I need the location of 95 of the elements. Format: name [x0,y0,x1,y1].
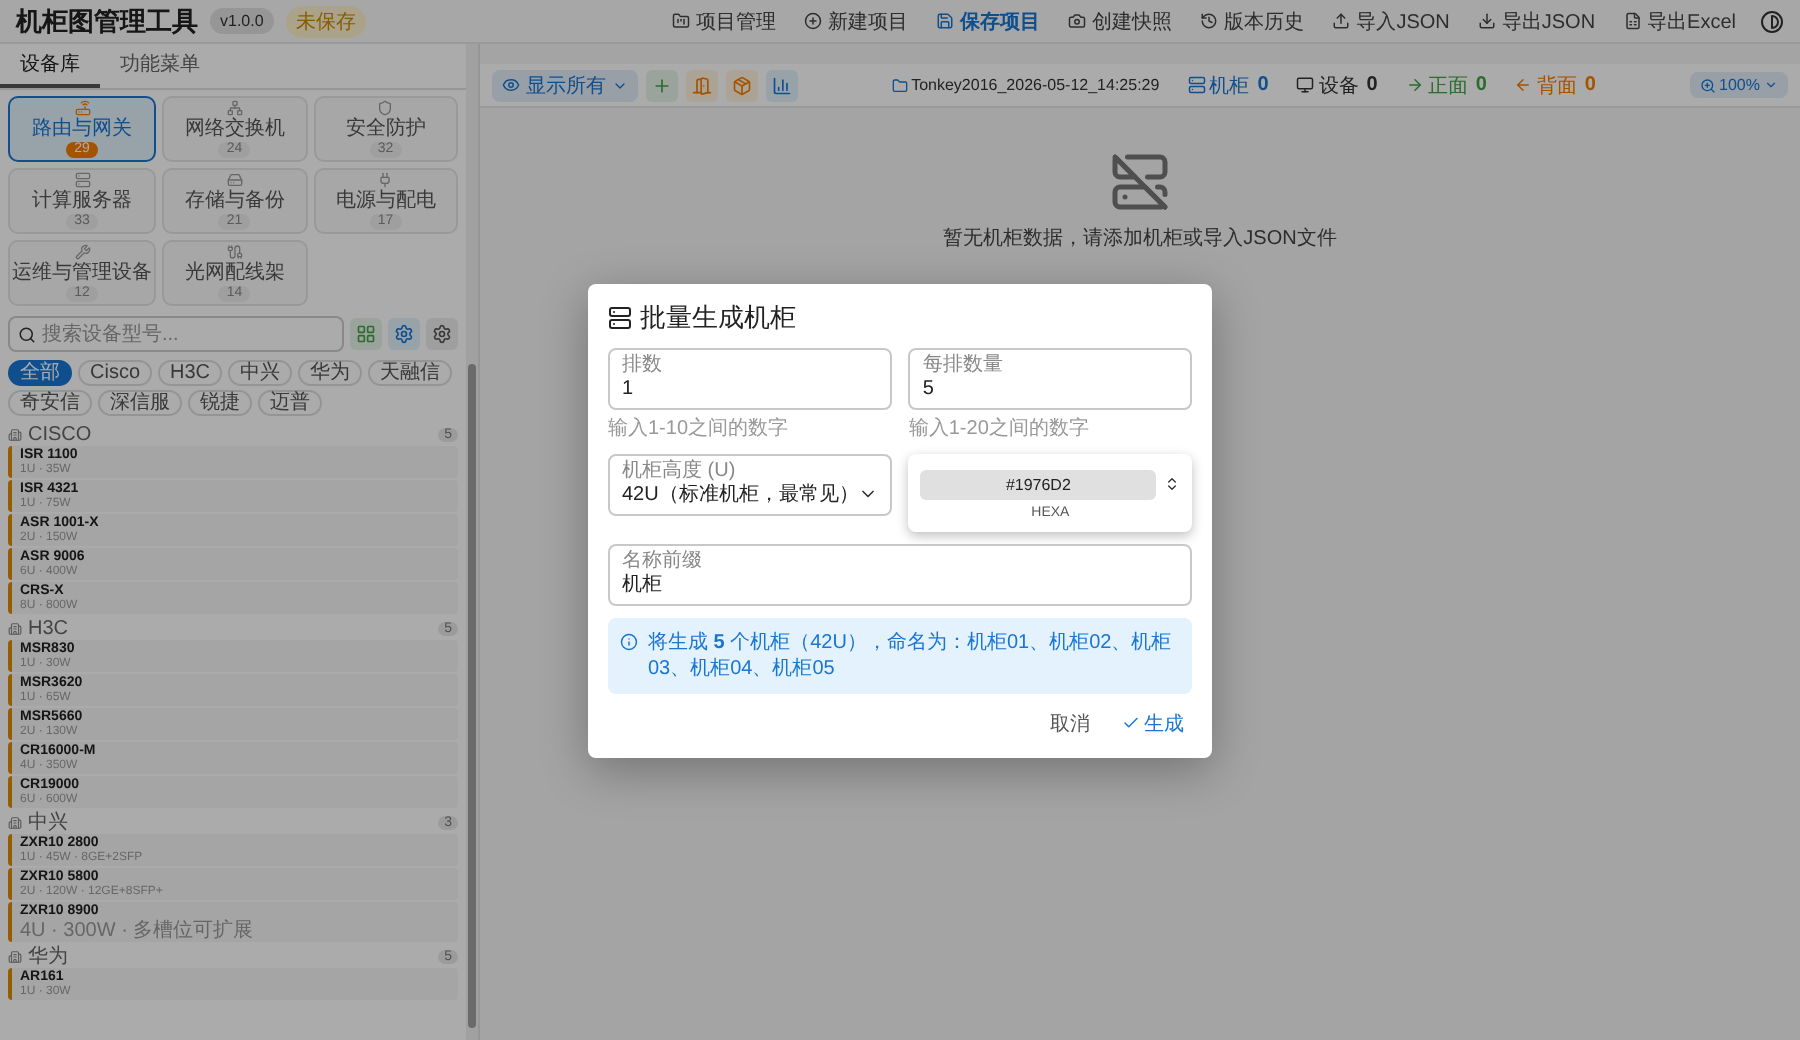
monitor-icon [1296,76,1315,94]
door-icon [692,75,712,95]
menu-button[interactable]: 新建项目 [800,3,913,39]
scrollbar-thumb[interactable] [468,364,476,1028]
server-off-icon [1110,152,1170,212]
up-down-icon[interactable] [1164,476,1180,492]
brand-chip[interactable]: 中兴 [228,360,293,386]
folder-icon [672,12,691,30]
wrench-icon [71,244,93,260]
folder-icon [891,77,908,93]
hint-text: 输入1-10之间的数字 [608,415,791,441]
shield-icon [374,100,397,116]
info-text: 将生成 5 个机柜（42U），命名为：机柜01、机柜02、机柜03、机柜04、机柜05 [647,629,1174,681]
settings-button[interactable] [426,318,458,350]
building-icon [8,949,22,963]
bar-chart-icon [772,75,792,95]
menu-button[interactable]: 保存项目 [932,3,1045,39]
empty-message: 暂无机柜数据，请添加机柜或导入JSON文件 [943,225,1337,252]
add-button[interactable] [646,69,678,101]
router-icon [71,100,93,116]
brand-chip[interactable]: 锐捷 [188,390,252,416]
building-icon [8,427,22,441]
tab[interactable]: 功能菜单 [100,44,220,88]
hint-text: 输入1-20之间的数字 [908,415,1091,441]
check-icon [1122,714,1140,732]
save-status-badge: 未保存 [285,5,366,37]
name-prefix-field[interactable]: 名称前缀 机柜 [608,543,1192,605]
arrow-left-icon [1514,76,1533,94]
plus-circle-icon [804,12,823,30]
upload-icon [1332,12,1351,30]
brand-chip[interactable]: 天融信 [368,360,453,386]
door-button[interactable] [686,69,718,101]
menu-button[interactable]: 导入JSON [1328,3,1454,39]
hard-drive-icon [223,172,246,188]
stat-label: 设备 0 [1296,71,1378,99]
group-name: H3C [28,617,69,639]
number-field[interactable]: 每排数量 5 [908,347,1192,409]
info-icon [620,629,638,653]
filter-dropdown[interactable]: 显示所有 [492,69,638,101]
tab[interactable]: 设备库 [0,44,100,88]
cable-icon [223,244,246,260]
zoom-icon [1699,77,1716,93]
menu-button[interactable]: 项目管理 [668,3,781,39]
settings-icon [432,324,452,344]
server-icon [71,172,93,188]
download-icon [1477,12,1496,30]
brand-chip[interactable]: H3C [158,360,223,386]
group-name: 中兴 [28,811,68,833]
cancel-button[interactable]: 取消 [1042,705,1098,741]
grid-view-button[interactable] [350,318,382,350]
camera-icon [1068,12,1087,30]
arrow-right-icon [1405,76,1424,94]
history-icon [1200,12,1219,30]
menu-button[interactable]: 创建快照 [1064,3,1177,39]
settings-button[interactable] [388,318,420,350]
generate-button[interactable]: 生成 [1114,705,1192,741]
eye-icon [502,76,520,94]
select-field[interactable]: 机柜高度 (U) 42U（标准机柜，最常见） [608,453,893,515]
save-icon [936,12,955,30]
package-button[interactable] [726,69,758,101]
app-title: 机柜图管理工具 [16,3,198,39]
brand-chip[interactable]: 深信服 [98,390,182,416]
project-name: Tonkey2016_2026-05-12_14:25:29 [891,76,1160,94]
stat-label: 正面 0 [1405,71,1487,99]
server-icon [1187,76,1206,94]
brand-chip[interactable]: Cisco [78,360,153,386]
spreadsheet-icon [1623,12,1642,30]
chart-button[interactable] [766,69,798,101]
plus-icon [652,75,672,95]
package-icon [732,75,752,95]
version-badge: v1.0.0 [210,8,274,34]
grid-icon [356,324,376,344]
brand-chip[interactable]: 华为 [298,360,363,386]
number-field[interactable]: 排数 1 [608,347,893,409]
brand-chip[interactable]: 奇安信 [8,390,92,416]
hex-input[interactable]: #1976D2 [920,469,1156,499]
caret-icon [1764,78,1778,92]
stat-label: 背面 0 [1514,71,1596,99]
network-icon [223,100,246,116]
group-name: 华为 [28,945,68,967]
building-icon [8,815,22,829]
dialog-title: 批量生成机柜 [640,299,796,335]
search-icon [18,325,36,343]
settings-icon [394,324,414,344]
group-name: CISCO [28,423,92,445]
menu-button[interactable]: 导出JSON [1473,3,1600,39]
stat-label: 机柜 0 [1187,71,1269,99]
menu-button[interactable]: 版本历史 [1196,3,1309,39]
building-icon [8,621,22,635]
menu-button[interactable]: 导出Excel [1619,3,1740,39]
server-icon [608,305,632,329]
brand-chip[interactable]: 全部 [8,360,72,386]
theme-toggle-icon[interactable] [1760,9,1784,33]
zoom-dropdown[interactable]: 100% [1689,72,1788,98]
brand-chip[interactable]: 迈普 [258,390,322,416]
